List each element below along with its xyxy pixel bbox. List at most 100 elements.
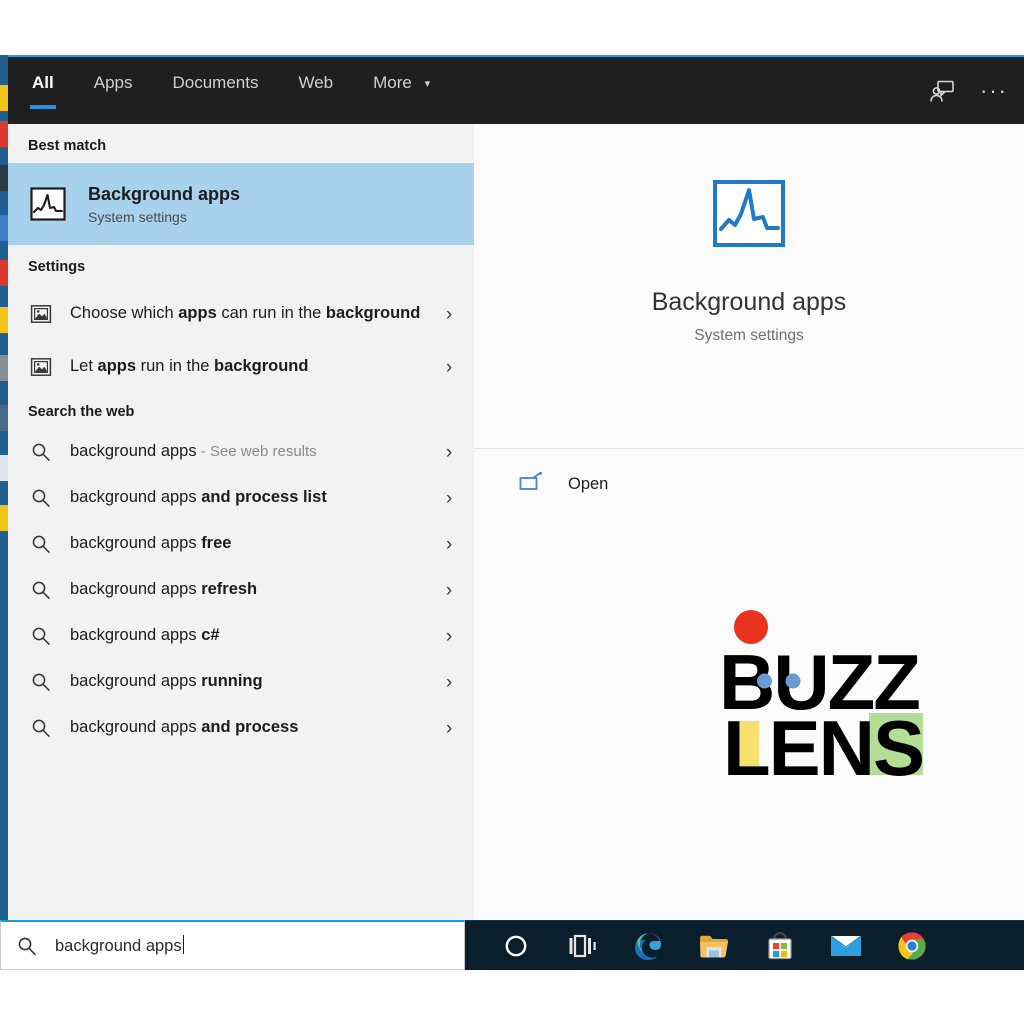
results-list-pane: Best match Background apps System settin…	[8, 124, 474, 970]
web-result-label: background apps free	[70, 534, 232, 553]
taskbar: background apps	[0, 920, 1024, 970]
activity-graph-icon	[28, 184, 68, 224]
web-results-list: background apps - See web results › backgr…	[8, 429, 474, 751]
chevron-right-icon[interactable]: ›	[438, 535, 460, 554]
search-input[interactable]: background apps	[55, 937, 182, 955]
web-result-label: background apps and process	[70, 718, 299, 737]
web-result-label: background apps c#	[70, 626, 220, 645]
sliver-icon	[0, 505, 8, 531]
taskbar-app-tray	[465, 920, 1024, 970]
web-result-item[interactable]: background apps refresh ›	[8, 567, 474, 613]
web-result-label: background apps and process list	[70, 488, 327, 507]
chevron-down-icon: ▾	[424, 77, 431, 90]
sliver-icon	[0, 165, 8, 191]
logo-yellow-block	[733, 721, 759, 773]
tab-all[interactable]: All	[30, 67, 56, 115]
best-match-header: Best match	[28, 138, 107, 154]
tab-all-label: All	[32, 72, 54, 92]
tab-apps-label: Apps	[93, 72, 133, 92]
search-the-web-header: Search the web	[28, 404, 135, 420]
settings-picture-icon	[28, 303, 54, 325]
chevron-right-icon[interactable]: ›	[438, 719, 460, 738]
svg-text:LENS: LENS	[723, 704, 923, 779]
preview-header: Background apps System settings	[474, 124, 1024, 449]
taskbar-search-box[interactable]: background apps	[0, 920, 465, 970]
open-action[interactable]: Open	[474, 449, 1024, 497]
feedback-person-icon[interactable]	[928, 77, 956, 105]
search-icon	[28, 626, 54, 646]
chevron-right-icon[interactable]: ›	[438, 673, 460, 692]
open-action-label: Open	[568, 474, 609, 493]
tab-web[interactable]: Web	[296, 67, 335, 115]
tab-documents[interactable]: Documents	[170, 67, 260, 115]
tab-more[interactable]: More ▾	[371, 67, 432, 115]
settings-picture-icon	[28, 356, 54, 378]
best-match-subtitle: System settings	[88, 208, 187, 225]
web-result-label: background apps running	[70, 672, 263, 691]
desktop-icon-sliver	[0, 55, 8, 970]
chevron-right-icon[interactable]: ›	[438, 489, 460, 508]
screen: All Apps Documents Web More ▾ ··· Best m…	[0, 0, 1024, 1024]
edge-icon[interactable]	[615, 921, 681, 971]
web-result-item[interactable]: background apps running ›	[8, 659, 474, 705]
search-icon	[28, 672, 54, 692]
search-icon	[28, 488, 54, 508]
settings-results-list: Choose which apps can run in the backgro…	[8, 284, 474, 390]
best-match-title: Background apps	[88, 184, 241, 205]
settings-result-label: Choose which apps can run in the backgro…	[70, 304, 421, 323]
chevron-right-icon[interactable]: ›	[438, 305, 460, 324]
svg-text:BUZZ: BUZZ	[719, 638, 919, 726]
sliver-icon	[0, 355, 8, 381]
best-match-text: Background apps System settings	[88, 183, 240, 225]
chevron-right-icon[interactable]: ›	[438, 443, 460, 462]
ellipsis-icon[interactable]: ···	[980, 79, 1008, 102]
web-result-item[interactable]: background apps and process ›	[8, 705, 474, 751]
settings-result-item[interactable]: Let apps run in the background ›	[8, 344, 474, 390]
search-icon	[28, 580, 54, 600]
search-results-body: Best match Background apps System settin…	[8, 124, 1024, 970]
sliver-icon	[0, 260, 8, 286]
tab-documents-label: Documents	[172, 72, 259, 92]
web-result-label: background apps - See web results	[70, 442, 317, 461]
search-icon	[28, 534, 54, 554]
logo-eye-left	[757, 673, 772, 689]
search-tab-bar: All Apps Documents Web More ▾ ···	[8, 57, 1024, 124]
web-result-item[interactable]: background apps free ›	[8, 521, 474, 567]
cortana-icon[interactable]	[483, 921, 549, 971]
logo-green-block	[869, 713, 923, 775]
file-explorer-icon[interactable]	[681, 921, 747, 971]
search-flyout: All Apps Documents Web More ▾ ··· Best m…	[8, 55, 1024, 970]
chevron-right-icon[interactable]: ›	[438, 627, 460, 646]
text-caret	[182, 935, 184, 954]
web-result-item[interactable]: background apps and process list ›	[8, 475, 474, 521]
tab-apps[interactable]: Apps	[92, 67, 135, 115]
settings-header: Settings	[28, 259, 86, 275]
sliver-icon	[0, 455, 8, 481]
web-result-item[interactable]: background apps c# ›	[8, 613, 474, 659]
best-match-item[interactable]: Background apps System settings	[8, 163, 474, 245]
sliver-icon	[0, 85, 8, 111]
mail-icon[interactable]	[813, 921, 879, 971]
microsoft-store-icon[interactable]	[747, 921, 813, 971]
preview-pane: Background apps System settings Open BUZ…	[474, 124, 1024, 970]
search-icon	[28, 718, 54, 738]
logo-red-dot	[734, 610, 768, 644]
preview-title: Background apps	[651, 288, 847, 316]
search-icon	[28, 442, 54, 462]
task-view-icon[interactable]	[549, 921, 615, 971]
logo-eye-right	[785, 673, 801, 689]
tab-bar-actions: ···	[928, 57, 1014, 124]
sliver-icon	[0, 405, 8, 431]
chevron-right-icon[interactable]: ›	[438, 581, 460, 600]
settings-result-item[interactable]: Choose which apps can run in the backgro…	[8, 284, 474, 344]
web-result-item[interactable]: background apps - See web results ›	[8, 429, 474, 475]
preview-subtitle: System settings	[694, 327, 804, 344]
chrome-icon[interactable]	[879, 921, 945, 971]
sliver-icon	[0, 307, 8, 333]
search-icon	[17, 936, 37, 956]
web-result-label: background apps refresh	[70, 580, 258, 599]
buzzlens-logo: BUZZ LENS	[717, 609, 932, 792]
open-window-icon	[518, 471, 544, 497]
activity-graph-icon	[709, 176, 789, 256]
chevron-right-icon[interactable]: ›	[438, 358, 460, 377]
